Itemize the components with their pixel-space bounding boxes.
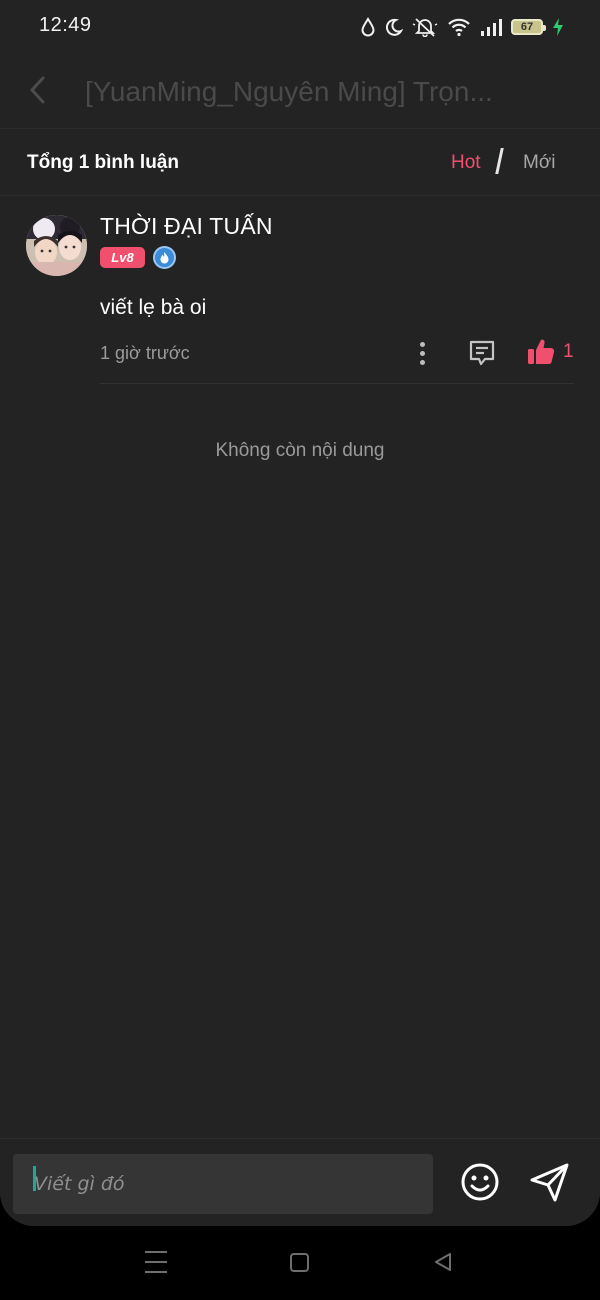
chevron-left-icon: [29, 76, 45, 104]
status-time: 12:49: [39, 14, 92, 36]
rank-badge-icon: [153, 246, 176, 269]
comment-item: THỜI ĐẠI TUẤN Lv8 viết lẹ bà oi 1 giờ tr…: [0, 196, 600, 386]
comment-bubble-icon: [469, 340, 495, 366]
end-of-content-message: Không còn nội dung: [215, 440, 385, 461]
more-dot: [419, 341, 425, 347]
status-bar: 12:49 67: [0, 0, 600, 56]
avatar[interactable]: [26, 215, 87, 276]
emoji-button[interactable]: [459, 1161, 501, 1203]
charging-icon: [553, 18, 563, 36]
water-drop-icon: [361, 17, 375, 37]
avatar-image: [26, 215, 87, 276]
signal-icon: [481, 19, 502, 36]
total-comments: Tổng 1 bình luận: [27, 152, 179, 173]
comments-header: Tổng 1 bình luận Hot Mới: [0, 130, 600, 196]
app-header: [YuanMing_Nguyên Ming] Trọn...: [0, 56, 600, 129]
like-button[interactable]: 1: [526, 335, 574, 369]
menu-line: [145, 1261, 167, 1263]
sort-divider: [495, 148, 504, 174]
like-count: 1: [563, 341, 574, 362]
menu-line: [145, 1251, 167, 1253]
menu-line: [145, 1271, 167, 1273]
home-icon[interactable]: [290, 1253, 309, 1272]
moon-icon: [385, 18, 403, 36]
sort-new-tab[interactable]: Mới: [523, 152, 556, 174]
comment-input[interactable]: [13, 1154, 433, 1214]
level-badge: Lv8: [100, 247, 145, 268]
bell-off-icon: [412, 18, 438, 37]
thumbs-up-icon: [528, 339, 555, 364]
send-button[interactable]: [528, 1160, 572, 1204]
more-options-button[interactable]: [410, 336, 434, 370]
page-title: [YuanMing_Nguyên Ming] Trọn...: [85, 76, 493, 107]
back-button[interactable]: [18, 70, 58, 110]
triangle-back-icon: [435, 1253, 451, 1271]
battery-level: 67: [520, 20, 534, 33]
comment-username[interactable]: THỜI ĐẠI TUẤN: [100, 213, 273, 240]
smiley-icon: [461, 1163, 499, 1201]
screen: 12:49 67 [YuanMing_Nguyên Ming] Trọn... …: [0, 0, 600, 1226]
comment-text: viết lẹ bà oi: [100, 296, 207, 319]
text-cursor: [33, 1166, 36, 1191]
system-nav-bar: [0, 1226, 600, 1300]
sort-hot-tab[interactable]: Hot: [451, 152, 481, 174]
status-icons: 67: [360, 15, 564, 39]
more-dot: [419, 359, 425, 365]
comment-divider: [100, 383, 574, 384]
more-dot: [419, 350, 425, 356]
reply-button[interactable]: [466, 337, 498, 369]
battery-icon: 67: [511, 19, 546, 35]
wifi-icon: [448, 18, 470, 37]
comment-input-bar: [0, 1138, 600, 1226]
nav-back-icon[interactable]: [432, 1251, 454, 1273]
flame-icon: [160, 252, 169, 264]
send-icon: [530, 1163, 569, 1202]
comment-time: 1 giờ trước: [100, 343, 190, 363]
recent-apps-icon[interactable]: [145, 1251, 167, 1273]
